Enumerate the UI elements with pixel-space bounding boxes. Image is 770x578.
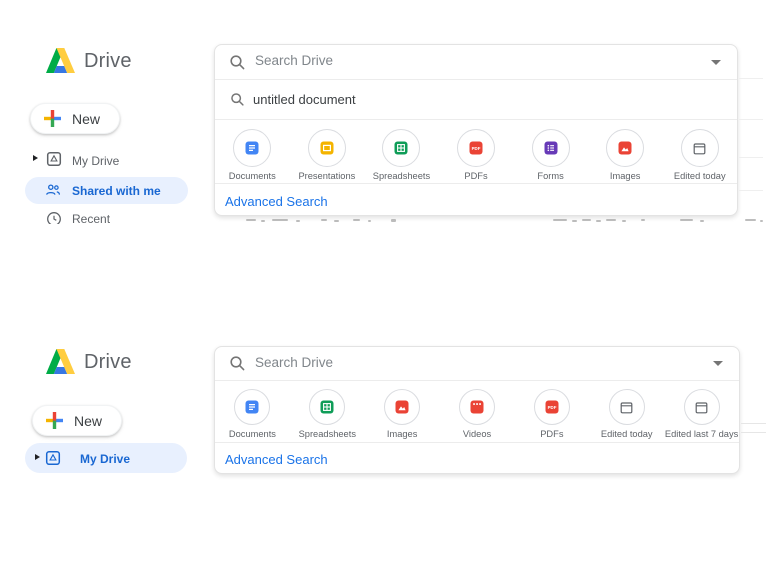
background-row-divider — [741, 432, 766, 433]
chip-edited-today[interactable]: Edited today — [589, 389, 664, 450]
drive-search-suggestions-view: Drive New My Drive Shared with me — [0, 0, 770, 224]
pdf-badge-text: PDF — [547, 405, 556, 410]
search-bar-row — [215, 45, 737, 79]
search-suggestion-row[interactable]: untitled document — [215, 79, 737, 119]
new-button-label: New — [72, 111, 100, 127]
chip-label: Images — [610, 171, 641, 181]
chip-label: Presentations — [298, 171, 355, 181]
drive-logo-text: Drive — [84, 351, 132, 374]
chip-label: Spreadsheets — [373, 171, 430, 181]
presentations-icon — [320, 141, 334, 155]
shared-with-me-icon — [45, 182, 61, 198]
filter-chips-row: Documents Presentations — [215, 119, 737, 183]
drive-search-filters-view: Drive New My Drive — [0, 300, 770, 578]
images-icon — [395, 400, 409, 414]
calendar-icon — [692, 141, 707, 156]
search-bar-row — [215, 347, 739, 380]
advanced-search-row: Advanced Search — [215, 442, 739, 474]
chip-images[interactable]: Images — [365, 389, 440, 450]
drive-screenshots-canvas: Drive New My Drive Shared with me — [0, 0, 770, 578]
chip-label: Forms — [537, 171, 563, 181]
sidebar-item-my-drive-label: My Drive — [80, 452, 130, 466]
chip-pdfs[interactable]: PDF PDFs — [514, 389, 589, 450]
chip-label: Videos — [463, 429, 491, 439]
chip-spreadsheets[interactable]: Spreadsheets — [290, 389, 365, 450]
search-icon — [229, 355, 246, 372]
background-row-divider — [739, 119, 763, 120]
advanced-search-row: Advanced Search — [215, 183, 737, 216]
drive-logo-icon — [46, 349, 75, 374]
forms-icon — [544, 141, 558, 155]
spreadsheets-icon — [394, 141, 408, 155]
background-row-divider — [739, 78, 763, 79]
chip-label: Spreadsheets — [299, 429, 356, 439]
expand-arrow-icon[interactable] — [33, 155, 38, 161]
chip-label: Documents — [229, 171, 276, 181]
chip-label: PDFs — [464, 171, 487, 181]
calendar-icon — [694, 400, 709, 415]
background-row-divider — [739, 190, 763, 191]
new-button[interactable]: New — [30, 103, 120, 134]
advanced-search-link[interactable]: Advanced Search — [225, 452, 328, 467]
background-row-divider — [739, 157, 763, 158]
chip-label: Images — [387, 429, 418, 439]
search-dropdown-panel: Documents Spreadsheets — [214, 346, 740, 474]
documents-icon — [245, 141, 259, 155]
chip-label: PDFs — [540, 429, 563, 439]
plus-icon — [46, 412, 63, 429]
documents-icon — [245, 400, 259, 414]
chip-label: Documents — [229, 429, 276, 439]
videos-icon — [470, 400, 484, 414]
my-drive-icon — [46, 151, 62, 167]
pdf-badge-text: PDF — [472, 146, 481, 151]
plus-icon — [44, 110, 61, 127]
search-input[interactable] — [253, 52, 557, 69]
chip-label: Edited today — [601, 429, 653, 439]
background-row-divider — [741, 423, 766, 424]
chip-label: Edited last 7 days — [665, 429, 738, 439]
sidebar-item-recent[interactable]: Recent — [72, 212, 110, 224]
advanced-search-link[interactable]: Advanced Search — [225, 194, 328, 209]
chevron-down-icon[interactable] — [713, 361, 723, 366]
search-input[interactable] — [253, 354, 557, 371]
search-dropdown-panel: untitled document Documents — [214, 44, 738, 216]
suggestion-query-text: untitled document — [253, 92, 356, 107]
pdf-icon: PDF — [469, 141, 483, 155]
chip-videos[interactable]: Videos — [440, 389, 515, 450]
expand-arrow-icon[interactable] — [35, 454, 40, 460]
images-icon — [618, 141, 632, 155]
chip-label: Edited today — [674, 171, 726, 181]
drive-logo-icon — [46, 48, 75, 73]
filter-chips-row: Documents Spreadsheets — [215, 380, 739, 442]
new-button[interactable]: New — [32, 405, 122, 436]
search-icon — [229, 54, 246, 71]
sidebar-item-shared-with-me-label: Shared with me — [72, 184, 161, 198]
pdf-icon: PDF — [545, 400, 559, 414]
sidebar-item-my-drive[interactable]: My Drive — [72, 154, 119, 168]
new-button-label: New — [74, 413, 102, 429]
calendar-icon — [619, 400, 634, 415]
recent-icon — [46, 211, 62, 224]
search-icon — [230, 92, 245, 107]
my-drive-icon — [45, 450, 61, 466]
chip-edited-last-7-days[interactable]: Edited last 7 days — [664, 389, 739, 450]
chevron-down-icon[interactable] — [711, 60, 721, 65]
spreadsheets-icon — [320, 400, 334, 414]
drive-logo-text: Drive — [84, 50, 132, 73]
chip-documents[interactable]: Documents — [215, 389, 290, 450]
